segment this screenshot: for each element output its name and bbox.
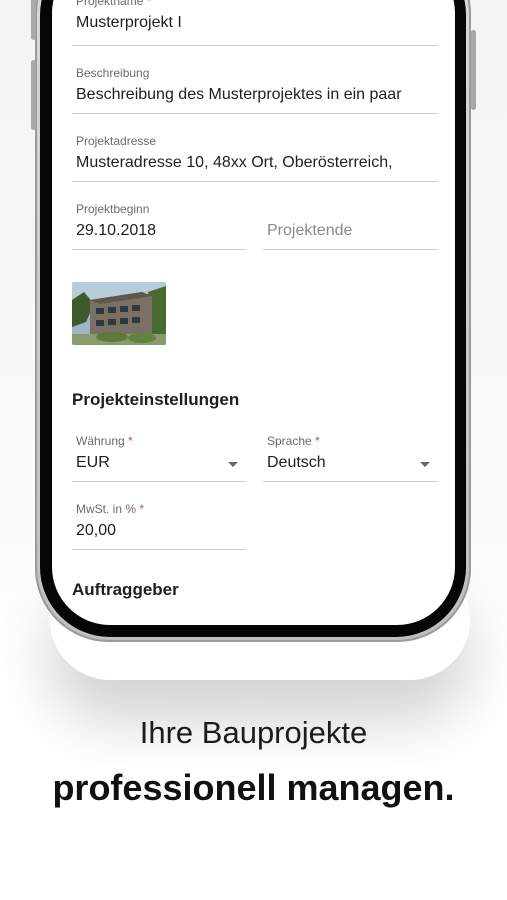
projektbeginn-field[interactable]: Projektbeginn 29.10.2018 bbox=[72, 198, 246, 250]
building-photo-icon bbox=[72, 282, 166, 345]
mwst-value: 20,00 bbox=[76, 522, 117, 539]
projektname-value: Musterprojekt I bbox=[76, 14, 182, 31]
chevron-down-icon[interactable] bbox=[228, 462, 238, 467]
project-photo[interactable] bbox=[72, 282, 166, 345]
volume-button bbox=[31, 60, 36, 130]
volume-button bbox=[31, 0, 36, 40]
projektadresse-value: Musteradresse 10, 48xx Ort, Oberösterrei… bbox=[76, 154, 393, 171]
waehrung-label: Währung * bbox=[76, 434, 133, 448]
beschreibung-value: Beschreibung des Musterprojektes in ein … bbox=[76, 86, 402, 103]
projektende-placeholder: Projektende bbox=[267, 222, 353, 239]
waehrung-select[interactable]: Währung * EUR bbox=[72, 430, 246, 482]
chevron-down-icon[interactable] bbox=[420, 462, 430, 467]
beschreibung-label: Beschreibung bbox=[76, 66, 150, 80]
projektbeginn-value: 29.10.2018 bbox=[76, 222, 157, 239]
projektadresse-field[interactable]: Projektadresse Musteradresse 10, 48xx Or… bbox=[72, 130, 438, 182]
sprache-value: Deutsch bbox=[267, 454, 326, 471]
sprache-select[interactable]: Sprache * Deutsch bbox=[263, 430, 438, 482]
mwst-label: MwSt. in % * bbox=[76, 502, 145, 516]
tagline-line-1: Ihre Bauprojekte bbox=[139, 715, 368, 750]
power-button bbox=[471, 30, 476, 110]
mwst-field[interactable]: MwSt. in % * 20,00 bbox=[72, 498, 246, 550]
projektadresse-label: Projektadresse bbox=[76, 134, 157, 148]
sprache-label: Sprache * bbox=[267, 434, 320, 448]
projektname-label: Projektname * bbox=[76, 0, 152, 8]
tagline-line-2: professionell managen. bbox=[52, 767, 455, 808]
projektbeginn-label: Projektbeginn bbox=[76, 202, 150, 216]
auftraggeber-heading: Auftraggeber bbox=[72, 580, 179, 599]
projektende-field[interactable]: Projektende bbox=[263, 198, 438, 250]
projektname-field[interactable]: Projektname * Musterprojekt I bbox=[72, 0, 438, 46]
beschreibung-field[interactable]: Beschreibung Beschreibung des Musterproj… bbox=[72, 62, 438, 114]
waehrung-value: EUR bbox=[76, 454, 110, 471]
projekteinstellungen-heading: Projekteinstellungen bbox=[72, 390, 240, 409]
